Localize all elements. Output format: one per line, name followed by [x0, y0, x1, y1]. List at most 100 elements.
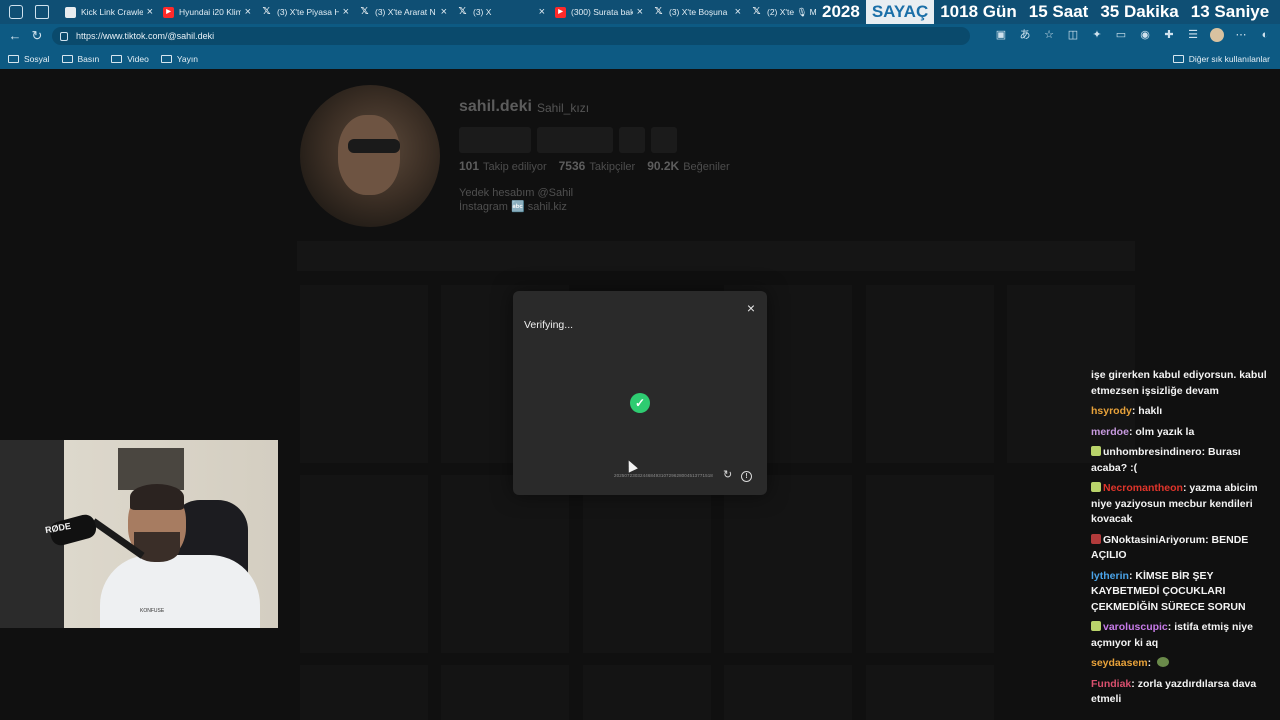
badge-red-icon [1091, 533, 1101, 544]
video-thumbnail[interactable] [866, 665, 994, 720]
chat-separator: : [1147, 657, 1155, 669]
avatar-face [338, 115, 400, 195]
browser-tab[interactable]: 𝕏 (3) X'te Ararat N × [353, 0, 451, 24]
favorites-icon[interactable]: ☰ [1186, 28, 1200, 42]
chat-username[interactable]: lytherin [1091, 570, 1129, 582]
extension-icon[interactable]: ▭ [1114, 28, 1128, 42]
add-friend-button[interactable] [619, 127, 645, 153]
info-icon[interactable]: ! [741, 471, 752, 482]
profile-avatar[interactable] [300, 85, 440, 227]
folder-icon [8, 54, 19, 63]
chat-message: Necromantheon: yazma abicim niye yaziyos… [1091, 481, 1276, 528]
webcam-person-hair [130, 484, 184, 510]
video-thumbnail[interactable] [441, 665, 569, 720]
chat-message: Fundiak: zorla yazdırdılarsa dava etmeli [1091, 677, 1276, 708]
video-thumbnail[interactable] [300, 665, 428, 720]
back-icon[interactable]: ← [8, 29, 22, 43]
bookmark-folder[interactable]: Video [111, 54, 149, 64]
tab-title: Hyundai i20 Klima [179, 7, 241, 17]
stat-value: 101 [459, 159, 480, 173]
tab-title: (3) X [473, 7, 492, 17]
more-menu-icon[interactable]: ⋯ [1234, 28, 1248, 42]
translate-icon[interactable]: あ [1018, 28, 1032, 42]
stat-value: 90.2K [647, 159, 680, 173]
close-tab-icon[interactable]: × [441, 6, 447, 18]
other-favorites[interactable]: Diğer sık kullanılanlar [1172, 48, 1270, 69]
emote-icon [1157, 657, 1170, 667]
chat-message: hsyrody: haklı [1091, 404, 1276, 420]
share-button[interactable] [651, 127, 677, 153]
video-thumbnail[interactable] [300, 285, 428, 463]
stat-label: Takip ediliyor [483, 161, 547, 173]
extension-icon[interactable]: ◫ [1066, 28, 1080, 42]
close-tab-icon[interactable]: × [539, 6, 545, 18]
browser-tab[interactable]: 𝕏 (3) X'te Piyasa Hab × [255, 0, 353, 24]
workspaces-icon[interactable] [9, 5, 23, 19]
tab-title: (3) X'te Boşuna [669, 7, 728, 17]
video-thumbnail[interactable] [583, 475, 711, 653]
bio-line: İnstagram 🔤 sahil.kiz [459, 201, 567, 213]
profile-avatar-icon[interactable] [1210, 28, 1224, 42]
tab-actions-icon[interactable] [35, 5, 49, 19]
bookmark-folder[interactable]: Sosyal [8, 54, 50, 64]
close-tab-icon[interactable]: × [735, 6, 741, 18]
video-thumbnail[interactable] [724, 475, 852, 653]
extension-icon[interactable]: ✦ [1090, 28, 1104, 42]
video-thumbnail[interactable] [866, 475, 994, 653]
counter-minutes: 35 Dakika [1100, 2, 1179, 21]
extension-icon[interactable]: ◉ [1138, 28, 1152, 42]
close-tab-icon[interactable]: × [637, 6, 643, 18]
webcam-overlay: RØDE KONFUSE [0, 440, 278, 628]
close-tab-icon[interactable]: × [245, 6, 251, 18]
extensions-puzzle-icon[interactable]: ✚ [1162, 28, 1176, 42]
chat-username[interactable]: hsyrody [1091, 405, 1132, 417]
chat-text: olm yazık la [1135, 425, 1195, 438]
x-icon: 𝕏 [458, 6, 467, 17]
close-tab-icon[interactable]: × [343, 6, 349, 18]
counter-seconds: 13 Saniye [1190, 2, 1270, 21]
stat-value: 7536 [558, 159, 586, 173]
favorite-star-icon[interactable]: ☆ [1042, 28, 1056, 42]
close-icon[interactable]: × [747, 300, 755, 316]
message-button[interactable] [537, 127, 613, 153]
app-available-icon[interactable]: ▣ [994, 28, 1008, 42]
bookmark-folder[interactable]: Basın [61, 54, 99, 64]
kick-icon [65, 6, 76, 18]
browser-tab[interactable]: Kick Link Crawler × [59, 0, 157, 24]
chat-message: merdoe: olm yazık la [1091, 425, 1276, 441]
url-text: https://www.tiktok.com/@sahil.deki [76, 31, 215, 41]
refresh-icon[interactable]: ↻ [30, 29, 44, 43]
video-thumbnail[interactable] [441, 475, 569, 653]
copilot-icon[interactable]: ◐ [1258, 28, 1272, 42]
lock-icon[interactable] [60, 31, 68, 41]
video-thumbnail[interactable] [583, 665, 711, 720]
chat-username[interactable]: varoluscupic [1103, 621, 1168, 633]
bookmarks-bar: Sosyal Basın Video Yayın Diğer sık kulla… [0, 48, 1280, 69]
tab-title: (300) Surata bak [571, 7, 633, 17]
url-field[interactable]: https://www.tiktok.com/@sahil.deki [52, 27, 970, 45]
chat-username[interactable]: GNoktasiniAriyorum [1103, 534, 1205, 546]
video-thumbnail[interactable] [724, 665, 852, 720]
stat-following: 101 Takip ediliyor [459, 159, 547, 173]
shirt-logo: KONFUSE [140, 608, 165, 614]
follow-button[interactable] [459, 127, 531, 153]
browser-tab[interactable]: 𝕏 (3) X'te Boşuna × [647, 0, 745, 24]
browser-tab[interactable]: 𝕏 (3) X × [451, 0, 549, 24]
chat-message: lytherin: KİMSE BİR ŞEY KAYBETMEDİ ÇOCUK… [1091, 569, 1276, 616]
close-tab-icon[interactable]: × [147, 6, 153, 18]
bookmark-folder[interactable]: Yayın [160, 54, 198, 64]
stat-label: Takipçiler [589, 161, 636, 173]
browser-tab[interactable]: ▶ Hyundai i20 Klima × [157, 0, 255, 24]
video-thumbnail[interactable] [300, 475, 428, 653]
chat-username[interactable]: merdoe [1091, 426, 1129, 438]
chat-username[interactable]: Fundiak [1091, 678, 1131, 690]
chat-text: haklı [1138, 405, 1163, 417]
chat-username[interactable]: unhombresindinero [1103, 446, 1202, 458]
refresh-icon[interactable]: ↻ [723, 470, 732, 481]
chat-username[interactable]: Necromantheon [1103, 482, 1183, 494]
folder-icon [111, 54, 123, 63]
browser-tab[interactable]: ▶ (300) Surata bak × [549, 0, 647, 24]
chat-message: işe girerken kabul ediyorsun. kabul etme… [1091, 368, 1276, 399]
video-thumbnail[interactable] [866, 285, 994, 463]
chat-username[interactable]: seydaasem [1091, 657, 1148, 669]
